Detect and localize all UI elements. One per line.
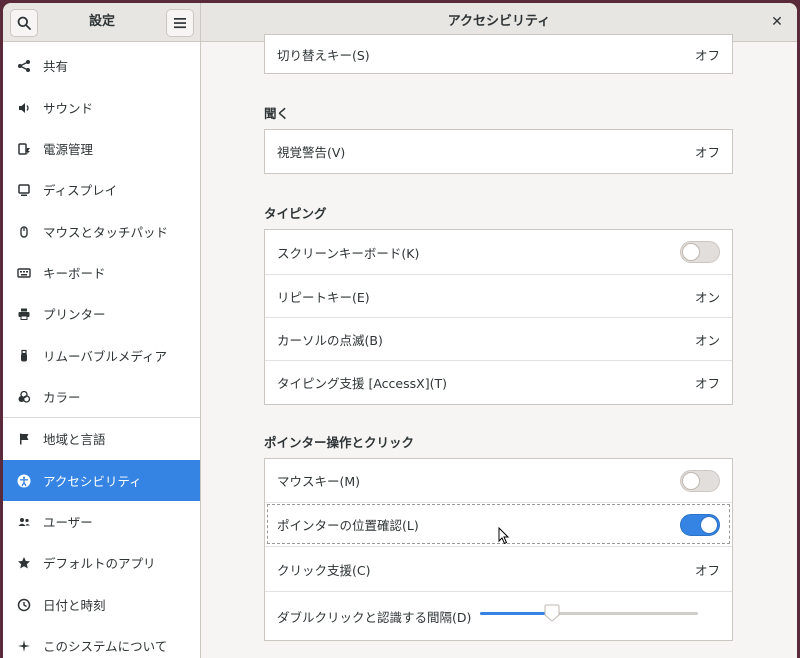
section-title-typing: タイピング <box>264 206 327 221</box>
slider-fill <box>480 612 552 615</box>
power-icon <box>14 142 34 156</box>
section-title-pointing: ポインター操作とクリック <box>264 435 415 450</box>
sidebar-item-label: 共有 <box>43 59 69 74</box>
close-button[interactable]: ✕ <box>767 12 787 32</box>
toggle-keys-label: 切り替えキー(S) <box>277 47 370 63</box>
visual-alerts-label: 視覚警告(V) <box>277 145 346 160</box>
cursor-blinking-label: カーソルの点滅(B) <box>277 332 383 348</box>
sidebar-item-about[interactable]: このシステムについて <box>3 625 200 658</box>
locate-pointer-switch[interactable] <box>680 513 720 536</box>
cursor-blinking-value: オン <box>694 332 720 348</box>
sidebar-item-label: アクセシビリティ <box>43 474 142 489</box>
toggle-keys-row[interactable]: 切り替えキー(S) オフ <box>265 35 732 73</box>
usb-icon <box>14 349 34 363</box>
accessibility-icon <box>14 474 34 488</box>
double-click-delay-row: ダブルクリックと認識する間隔(D) <box>265 591 732 640</box>
switch-knob <box>700 515 718 534</box>
typing-assist-row[interactable]: タイピング支援 [AccessX](T) オフ <box>265 360 732 404</box>
flag-icon <box>14 432 34 446</box>
sidebar-item-removable-media[interactable]: リムーバブルメディア <box>3 335 200 376</box>
color-icon <box>14 390 34 404</box>
keyboard-icon <box>14 266 34 280</box>
repeat-keys-value: オン <box>694 289 720 305</box>
repeat-keys-label: リピートキー(E) <box>277 289 370 305</box>
settings-window: 設定 アクセシビリティ ✕ 共有 サウンド 電源管理 ディスプレイ マウスとタッ… <box>3 3 797 658</box>
double-click-delay-slider[interactable] <box>480 604 698 622</box>
pointing-list: マウスキー(M) ポインターの位置確認(L) クリック支援(C) オフ ダブルク… <box>264 458 733 641</box>
switch-knob <box>682 243 700 261</box>
search-button[interactable] <box>10 9 38 37</box>
sidebar-item-sound[interactable]: サウンド <box>3 87 200 128</box>
toggle-keys-value: オフ <box>694 47 720 63</box>
sidebar-item-label: リムーバブルメディア <box>43 349 168 364</box>
sidebar-item-label: 地域と言語 <box>43 432 106 447</box>
screen-keyboard-label: スクリーンキーボード(K) <box>277 245 420 261</box>
share-icon <box>14 59 34 73</box>
sidebar-item-datetime[interactable]: 日付と時刻 <box>3 584 200 625</box>
sidebar-item-label: ユーザー <box>43 515 93 530</box>
sidebar-item-label: プリンター <box>43 307 106 322</box>
clock-icon <box>14 598 34 612</box>
hearing-list: 視覚警告(V) オフ <box>264 129 733 174</box>
mouse-keys-label: マウスキー(M) <box>277 474 361 489</box>
sidebar-item-keyboard[interactable]: キーボード <box>3 252 200 293</box>
mouse-cursor-icon <box>498 527 510 545</box>
menu-button[interactable] <box>166 9 194 37</box>
click-assist-row[interactable]: クリック支援(C) オフ <box>265 546 732 591</box>
speaker-icon <box>14 101 34 115</box>
sidebar-item-accessibility[interactable]: アクセシビリティ <box>3 460 200 501</box>
sidebar-item-label: デフォルトのアプリ <box>43 556 156 571</box>
sidebar-item-label: ディスプレイ <box>43 183 118 198</box>
sidebar-item-label: 日付と時刻 <box>43 598 106 613</box>
mouse-keys-row[interactable]: マウスキー(M) <box>265 459 732 502</box>
sidebar-item-label: 電源管理 <box>43 142 94 157</box>
hamburger-icon <box>174 18 186 29</box>
mouse-keys-switch[interactable] <box>680 469 720 492</box>
sidebar-item-label: このシステムについて <box>43 639 168 654</box>
sidebar: 共有 サウンド 電源管理 ディスプレイ マウスとタッチパッド キーボード プリン… <box>3 42 201 658</box>
sidebar-item-region[interactable]: 地域と言語 <box>3 418 200 459</box>
sidebar-item-label: マウスとタッチパッド <box>43 225 169 240</box>
sidebar-item-power[interactable]: 電源管理 <box>3 128 200 169</box>
sidebar-item-color[interactable]: カラー <box>3 376 200 417</box>
users-icon <box>14 515 34 529</box>
cursor-blinking-row[interactable]: カーソルの点滅(B) オン <box>265 317 732 360</box>
sidebar-item-users[interactable]: ユーザー <box>3 501 200 542</box>
sidebar-item-default-apps[interactable]: デフォルトのアプリ <box>3 542 200 583</box>
mouse-icon <box>14 225 34 239</box>
double-click-delay-label: ダブルクリックと認識する間隔(D) <box>277 609 472 625</box>
display-icon <box>14 183 34 197</box>
typing-assist-label: タイピング支援 [AccessX](T) <box>277 376 447 391</box>
sidebar-item-mouse[interactable]: マウスとタッチパッド <box>3 211 200 252</box>
sparkle-icon <box>14 639 34 653</box>
sidebar-item-printers[interactable]: プリンター <box>3 293 200 334</box>
slider-thumb[interactable] <box>544 604 560 622</box>
sidebar-item-label: カラー <box>43 390 81 405</box>
sidebar-title: 設定 <box>89 14 116 29</box>
click-assist-label: クリック支援(C) <box>277 562 371 578</box>
screen-keyboard-switch[interactable] <box>680 241 720 263</box>
sidebar-item-sharing[interactable]: 共有 <box>3 45 200 86</box>
sidebar-item-label: サウンド <box>43 101 94 116</box>
search-icon <box>17 16 31 30</box>
click-assist-value: オフ <box>694 562 720 578</box>
switch-knob <box>682 471 700 490</box>
typing-list: スクリーンキーボード(K) リピートキー(E) オン カーソルの点滅(B) オン… <box>264 229 733 405</box>
locate-pointer-label: ポインターの位置確認(L) <box>277 518 419 533</box>
seeing-list: 切り替えキー(S) オフ <box>264 34 733 74</box>
sidebar-item-display[interactable]: ディスプレイ <box>3 169 200 210</box>
repeat-keys-row[interactable]: リピートキー(E) オン <box>265 274 732 317</box>
printer-icon <box>14 307 34 321</box>
visual-alerts-row[interactable]: 視覚警告(V) オフ <box>265 130 732 173</box>
sidebar-header: 設定 <box>3 3 201 42</box>
star-icon <box>14 556 34 570</box>
screen-keyboard-row[interactable]: スクリーンキーボード(K) <box>265 230 732 274</box>
accessibility-panel: 切り替えキー(S) オフ 聞く 視覚警告(V) オフ タイピング スクリーンキー… <box>201 34 797 658</box>
sidebar-item-label: キーボード <box>43 266 106 281</box>
section-title-hearing: 聞く <box>264 106 290 121</box>
visual-alerts-value: オフ <box>694 145 720 160</box>
close-icon: ✕ <box>771 14 783 30</box>
typing-assist-value: オフ <box>694 376 720 391</box>
